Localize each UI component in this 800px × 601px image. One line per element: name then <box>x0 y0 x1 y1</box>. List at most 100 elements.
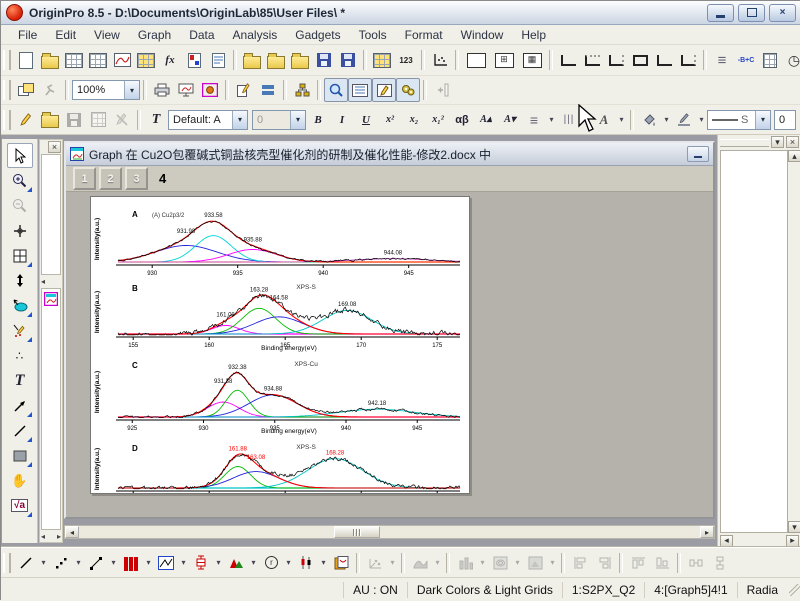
minimize-button[interactable] <box>707 4 734 22</box>
menu-format[interactable]: Format <box>396 26 452 44</box>
box-plot-dropdown-icon[interactable]: ▾ <box>213 552 224 574</box>
strip-scrollbar[interactable]: ◂ <box>40 276 62 287</box>
axis-special-button[interactable] <box>676 48 700 72</box>
polar-plot-button[interactable]: r <box>259 551 283 575</box>
line-plot-button[interactable] <box>14 551 38 575</box>
line-width-field[interactable]: 0 <box>774 110 796 130</box>
menu-edit[interactable]: Edit <box>46 26 85 44</box>
save-project-button[interactable] <box>312 48 336 72</box>
dots-tool-button[interactable]: ∴ <box>7 343 33 368</box>
menu-tools[interactable]: Tools <box>350 26 396 44</box>
subscript-button[interactable]: x₂ <box>402 108 426 132</box>
open-template-button[interactable] <box>264 48 288 72</box>
open-file-button[interactable] <box>240 48 264 72</box>
new-project-button[interactable] <box>14 48 38 72</box>
merge-layers-button[interactable]: ≡ <box>710 48 734 72</box>
vscroll-down-icon[interactable]: ▾ <box>788 521 800 533</box>
axis-step-button[interactable] <box>652 48 676 72</box>
pointer-tool-button[interactable] <box>7 143 33 168</box>
line-style-dropdown-icon[interactable]: ▾ <box>755 111 770 129</box>
font-color-button[interactable]: A <box>592 108 616 132</box>
line-style-combo[interactable]: S ▾ <box>707 110 771 130</box>
toolbar-grip[interactable] <box>3 80 11 100</box>
axis-right-button[interactable] <box>604 48 628 72</box>
toolbar-grip[interactable] <box>3 553 11 573</box>
underline-button[interactable]: U <box>354 108 378 132</box>
date-time-button[interactable]: ◷ <box>782 48 800 72</box>
axis-top-button[interactable] <box>580 48 604 72</box>
spacing-button[interactable]: ||| <box>557 108 581 132</box>
graph5-item-icon[interactable] <box>44 292 58 306</box>
line-symbol-plot-button[interactable] <box>84 551 108 575</box>
theme-organizer-button[interactable] <box>38 108 62 132</box>
align-button[interactable]: ≡ <box>522 108 546 132</box>
scatter-plot-button[interactable] <box>49 551 73 575</box>
close-button[interactable]: × <box>769 4 796 22</box>
four-panel-layout-button[interactable]: ⊞ <box>490 48 518 72</box>
bold-button[interactable]: B <box>306 108 330 132</box>
new-notes-button[interactable] <box>206 48 230 72</box>
right-panel-hscrollbar[interactable]: ◂ ▸ <box>718 534 800 547</box>
new-table-button[interactable] <box>134 48 158 72</box>
import-single-ascii-button[interactable]: 123 <box>394 48 418 72</box>
align-dropdown-icon[interactable]: ▾ <box>546 109 557 131</box>
menu-data[interactable]: Data <box>180 26 223 44</box>
text-style-button[interactable]: T <box>144 108 168 132</box>
open-project-button[interactable] <box>38 48 62 72</box>
right-panel-menu-icon[interactable]: ▾ <box>771 136 784 148</box>
screen-reader-tool-button[interactable] <box>7 218 33 243</box>
decrease-font-button[interactable]: A▾ <box>498 108 522 132</box>
rhscroll-right-icon[interactable]: ▸ <box>786 535 799 547</box>
equation-tool-button[interactable]: √a <box>7 493 33 518</box>
hscroll-right-button[interactable]: ▸ <box>700 526 714 538</box>
graph-window-title-bar[interactable]: Graph 在 Cu2O包覆碱式铜盐核壳型催化剂的研制及催化性能-修改2.doc… <box>66 143 713 166</box>
draw-data-tool-button[interactable] <box>7 318 33 343</box>
theme-edit-button[interactable] <box>14 108 38 132</box>
scatter-plot-dropdown-icon[interactable]: ▾ <box>73 552 84 574</box>
spacing-dropdown-icon[interactable]: ▾ <box>581 109 592 131</box>
subsuperscript-button[interactable]: x₁² <box>426 108 450 132</box>
print-button[interactable] <box>150 78 174 102</box>
right-panel-close-button[interactable]: × <box>786 136 799 148</box>
greek-button[interactable]: αβ <box>450 108 474 132</box>
video-mode-button[interactable] <box>198 78 222 102</box>
zoom-in-tool-button[interactable] <box>7 168 33 193</box>
menu-analysis[interactable]: Analysis <box>224 26 287 44</box>
right-panel-header[interactable]: ▾ × <box>718 135 800 149</box>
line-color-dropdown-icon[interactable]: ▾ <box>696 109 707 131</box>
new-graph-button[interactable] <box>110 48 134 72</box>
hscroll-left-button[interactable]: ◂ <box>65 526 79 538</box>
graph-page[interactable]: 930935940945Intensity(a.u.)A(A) Cu2p3/29… <box>90 196 470 494</box>
fill-color-button[interactable] <box>637 108 661 132</box>
vscroll-up-icon[interactable]: ▴ <box>788 150 800 162</box>
project-structure-button[interactable] <box>290 78 314 102</box>
rectangle-tool-button[interactable] <box>7 443 33 468</box>
template-library-button[interactable] <box>329 551 353 575</box>
mask-tool-button[interactable] <box>7 293 33 318</box>
new-layout-button[interactable] <box>182 48 206 72</box>
duplicate-window-button[interactable] <box>14 78 38 102</box>
line-color-button[interactable] <box>672 108 696 132</box>
open-excel-button[interactable] <box>288 48 312 72</box>
right-panel-grip[interactable] <box>720 139 769 147</box>
view-windows-button[interactable] <box>348 78 372 102</box>
new-worksheet-button[interactable] <box>62 48 86 72</box>
import-wizard-button[interactable] <box>370 48 394 72</box>
right-panel-vscrollbar[interactable]: ▴ ▾ <box>788 149 800 534</box>
line-symbol-dropdown-icon[interactable]: ▾ <box>108 552 119 574</box>
menu-help[interactable]: Help <box>512 26 555 44</box>
menu-gadgets[interactable]: Gadgets <box>286 26 349 44</box>
data-reader-tool-button[interactable] <box>7 243 33 268</box>
strip-scroll-left2-icon[interactable]: ◂ <box>41 532 45 541</box>
resize-grip[interactable] <box>789 584 800 596</box>
project-explorer-button[interactable] <box>324 78 348 102</box>
rescale-axes-button[interactable] <box>428 48 452 72</box>
style-dropdown-icon[interactable]: ▾ <box>232 111 247 129</box>
hscroll-thumb[interactable] <box>334 526 380 538</box>
italic-button[interactable]: I <box>330 108 354 132</box>
area-plot-dropdown-icon[interactable]: ▾ <box>248 552 259 574</box>
menu-window[interactable]: Window <box>452 26 513 44</box>
toolbar-grip[interactable] <box>3 50 11 70</box>
column-plot-button[interactable] <box>119 551 143 575</box>
polar-plot-dropdown-icon[interactable]: ▾ <box>283 552 294 574</box>
